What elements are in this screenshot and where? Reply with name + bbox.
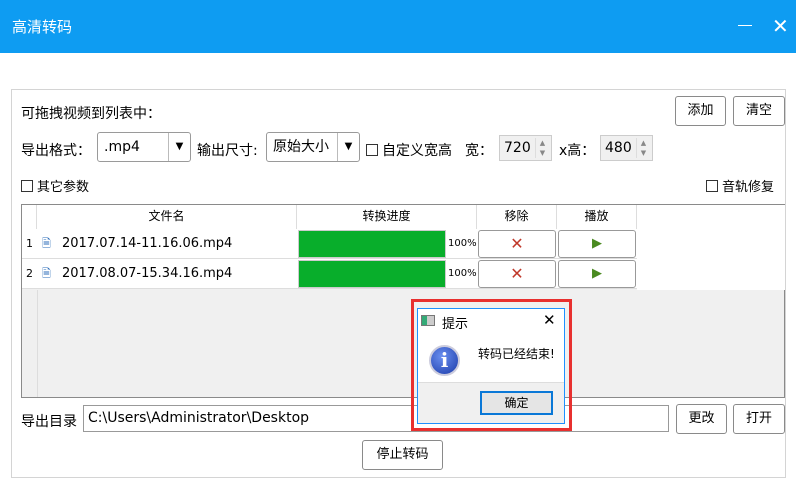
minimize-button[interactable] [738, 25, 752, 26]
spin-arrows-icon[interactable]: ▲ ▼ [535, 138, 549, 158]
file-name: 2017.08.07-15.34.16.mp4 [62, 266, 233, 281]
header-filename: 文件名 [37, 205, 297, 229]
dialog-title: 提示 [442, 317, 469, 332]
close-button[interactable]: ✕ [772, 14, 789, 38]
stop-transcode-button[interactable]: 停止转码 [362, 440, 443, 470]
custom-size-label: 自定义宽高 [382, 143, 452, 159]
window-title: 高清转码 [12, 18, 73, 36]
size-value: 原始大小 [273, 139, 329, 155]
checkbox-box [706, 180, 718, 192]
width-spinbox[interactable]: 720 ▲ ▼ [499, 135, 552, 161]
format-select[interactable]: .mp4 ▼ [97, 132, 191, 162]
row-number: 1 [22, 237, 37, 250]
change-dir-button[interactable]: 更改 [676, 404, 727, 434]
format-value: .mp4 [104, 139, 140, 155]
audio-fix-checkbox[interactable]: 音轨修复 [706, 176, 774, 195]
row-number: 2 [22, 267, 37, 280]
size-select[interactable]: 原始大小 ▼ [266, 132, 360, 162]
video-file-icon: 🗎 [42, 267, 51, 280]
progress-bar [298, 230, 446, 258]
clear-button[interactable]: 清空 [733, 96, 785, 126]
ok-button[interactable]: 确定 [480, 391, 553, 415]
info-dialog: 提示 ✕ i 转码已经结束! 确定 [417, 308, 565, 424]
header-remove: 移除 [477, 205, 557, 229]
height-value: 480 [605, 140, 632, 156]
info-icon: i [429, 345, 460, 376]
progress-text: 100% [448, 238, 477, 249]
width-label: 宽： [465, 143, 493, 159]
format-label: 导出格式： [21, 143, 91, 159]
table-row[interactable]: 1 🗎 2017.07.14-11.16.06.mp4 100% ✕ ▶ [22, 229, 637, 259]
open-dir-button[interactable]: 打开 [733, 404, 785, 434]
video-file-icon: 🗎 [42, 237, 51, 250]
table-row[interactable]: 2 🗎 2017.08.07-15.34.16.mp4 100% ✕ ▶ [22, 259, 637, 289]
title-bar: 高清转码 ✕ [0, 0, 796, 53]
custom-size-checkbox[interactable]: 自定义宽高 [366, 140, 452, 160]
other-params-checkbox[interactable]: 其它参数 [21, 176, 89, 195]
output-path-input[interactable]: C:\Users\Administrator\Desktop [83, 405, 669, 432]
other-params-label: 其它参数 [37, 180, 90, 195]
checkbox-box [366, 144, 378, 156]
remove-button[interactable]: ✕ [478, 260, 556, 288]
drag-hint: 可拖拽视频到列表中： [21, 106, 161, 122]
progress-bar [298, 260, 446, 288]
spin-arrows-icon[interactable]: ▲ ▼ [636, 138, 650, 158]
file-name: 2017.07.14-11.16.06.mp4 [62, 236, 233, 251]
size-label: 输出尺寸: [197, 143, 258, 159]
checkbox-box [21, 180, 33, 192]
width-value: 720 [504, 140, 531, 156]
progress-text: 100% [448, 268, 477, 279]
add-button[interactable]: 添加 [675, 96, 726, 126]
output-label: 导出目录 [21, 414, 77, 430]
chevron-down-icon: ▼ [168, 133, 190, 161]
play-button[interactable]: ▶ [558, 230, 636, 258]
audio-fix-label: 音轨修复 [722, 180, 775, 195]
play-button[interactable]: ▶ [558, 260, 636, 288]
app-icon [421, 315, 435, 326]
height-label: x高： [559, 143, 596, 159]
dialog-message: 转码已经结束! [478, 347, 555, 361]
height-spinbox[interactable]: 480 ▲ ▼ [600, 135, 653, 161]
dialog-close-button[interactable]: ✕ [543, 311, 556, 329]
header-play: 播放 [557, 205, 637, 229]
chevron-down-icon: ▼ [337, 133, 359, 161]
header-progress: 转换进度 [297, 205, 477, 229]
remove-button[interactable]: ✕ [478, 230, 556, 258]
file-table: 文件名 转换进度 移除 播放 1 🗎 2017.07.14-11.16.06.m… [21, 204, 785, 398]
